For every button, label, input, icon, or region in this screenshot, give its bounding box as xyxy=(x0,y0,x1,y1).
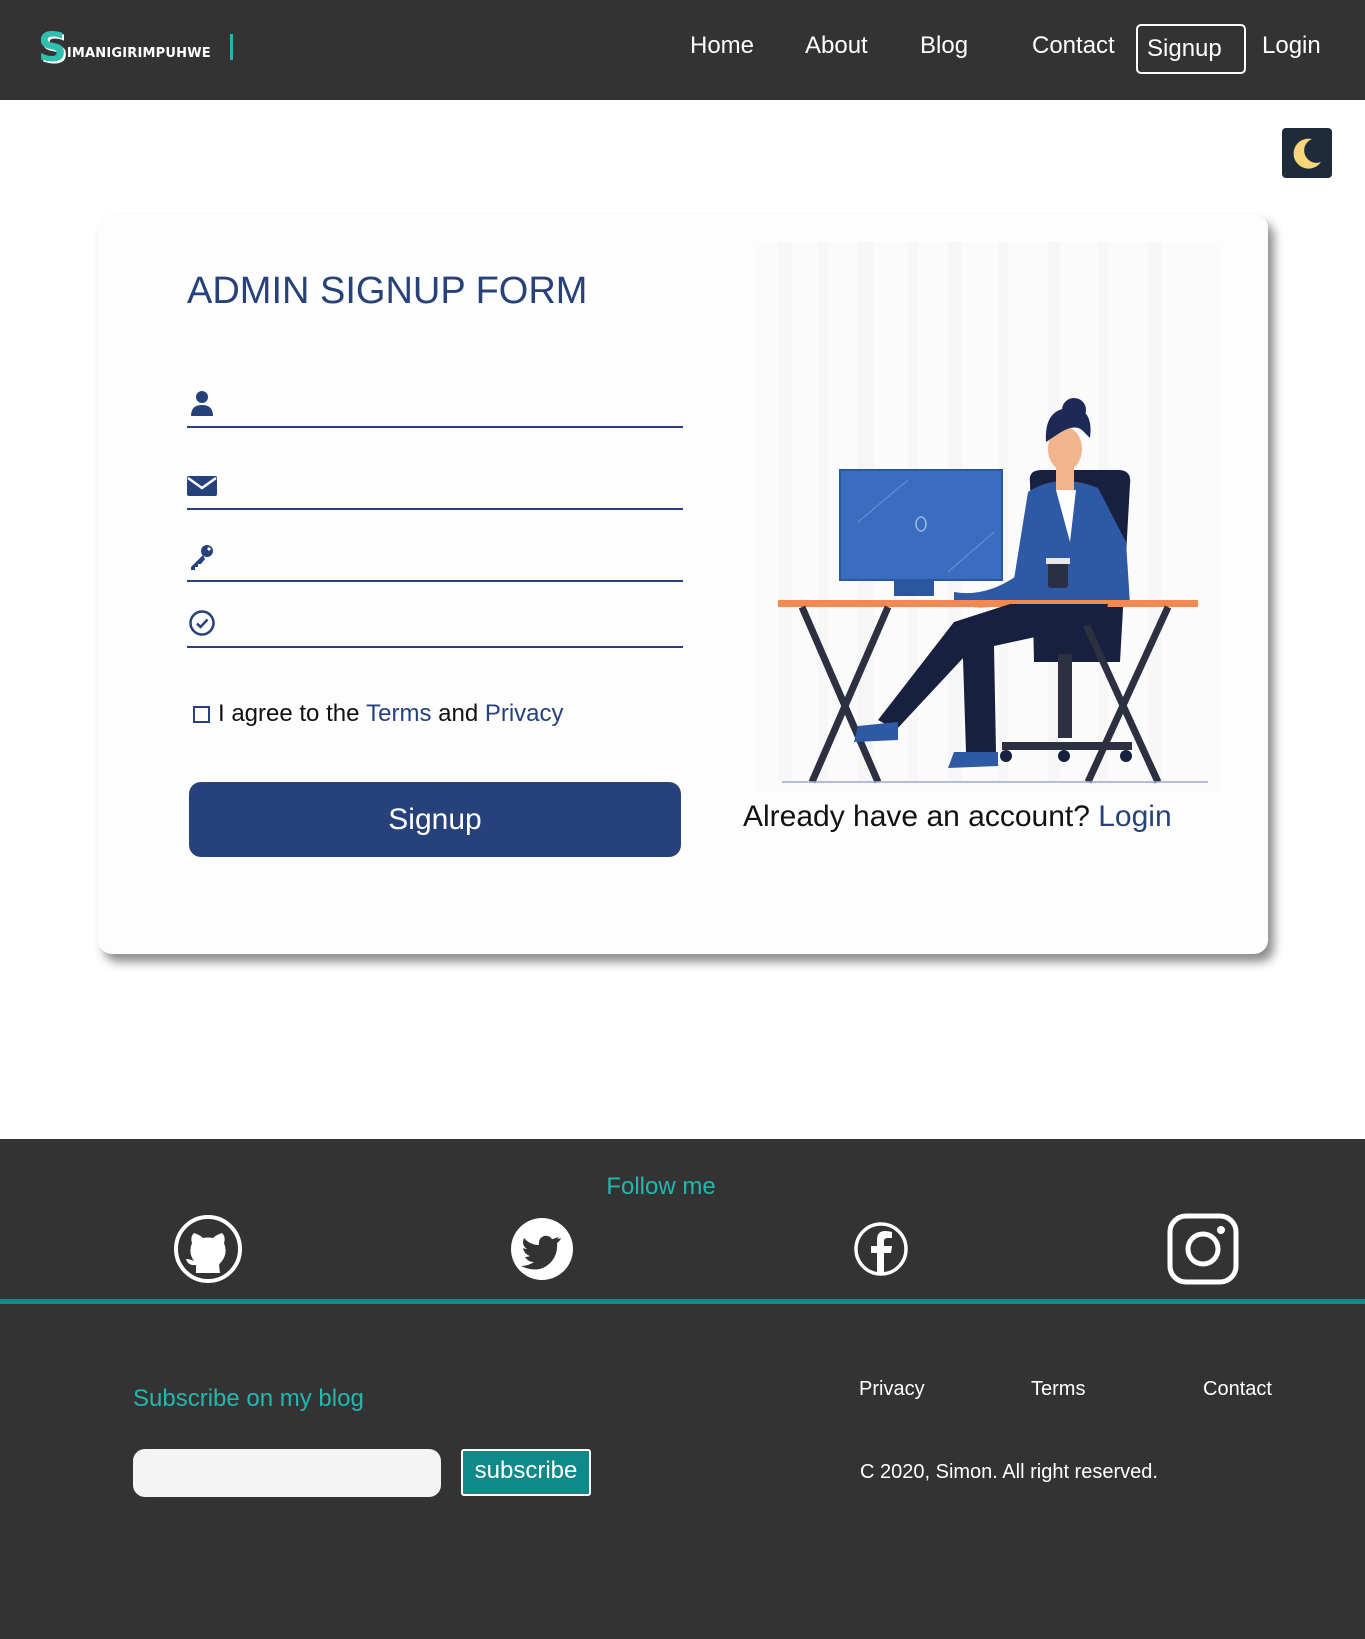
signup-submit-button[interactable]: Signup xyxy=(189,782,681,857)
office-worker-illustration xyxy=(758,242,1218,792)
agree-and: and xyxy=(438,700,479,727)
user-icon xyxy=(191,391,213,416)
site-logo[interactable]: S IMANIGIRIMPUHWE xyxy=(38,28,211,68)
signup-card: ADMIN SIGNUP FORM I agree to the Terms a… xyxy=(98,214,1268,954)
username-field xyxy=(187,372,683,428)
confirm-password-input[interactable] xyxy=(227,610,683,642)
key-icon xyxy=(191,545,213,570)
email-input[interactable] xyxy=(227,472,683,504)
confirm-password-field xyxy=(187,592,683,648)
login-link[interactable]: Login xyxy=(1098,800,1171,833)
moon-icon xyxy=(1293,138,1321,169)
terms-link[interactable]: Terms xyxy=(366,700,431,728)
subscribe-title: Subscribe on my blog xyxy=(133,1385,364,1412)
logo-divider xyxy=(230,34,233,60)
site-footer: Follow me Subscribe on my blog subscribe… xyxy=(0,1139,1365,1639)
subscribe-button[interactable]: subscribe xyxy=(461,1449,591,1496)
password-field xyxy=(187,528,683,582)
twitter-icon[interactable] xyxy=(506,1213,578,1285)
nav-login-link[interactable]: Login xyxy=(1262,32,1321,60)
email-field xyxy=(187,454,683,510)
footer-contact-link[interactable]: Contact xyxy=(1203,1378,1272,1401)
github-icon[interactable] xyxy=(172,1213,244,1285)
nav-home-link[interactable]: Home xyxy=(690,32,754,60)
logo-text: IMANIGIRIMPUHWE xyxy=(66,45,211,61)
nav-blog-link[interactable]: Blog xyxy=(920,32,968,60)
copyright-text: C 2020, Simon. All right reserved. xyxy=(860,1461,1158,1483)
privacy-link[interactable]: Privacy xyxy=(485,700,564,728)
envelope-icon xyxy=(187,476,217,496)
theme-toggle-button[interactable] xyxy=(1282,128,1332,178)
already-account-row: Already have an account? Login xyxy=(743,800,1172,834)
top-navbar: S IMANIGIRIMPUHWE Home About Blog Contac… xyxy=(0,0,1365,100)
form-title: ADMIN SIGNUP FORM xyxy=(187,270,588,312)
facebook-icon[interactable] xyxy=(845,1213,917,1285)
check-circle-icon xyxy=(189,610,215,636)
footer-divider xyxy=(0,1299,1365,1304)
nav-contact-link[interactable]: Contact xyxy=(1032,32,1115,60)
footer-privacy-link[interactable]: Privacy xyxy=(859,1378,925,1401)
agree-prefix: I agree to the xyxy=(218,700,360,727)
footer-terms-link[interactable]: Terms xyxy=(1031,1378,1085,1401)
agree-row: I agree to the Terms and Privacy xyxy=(193,700,564,728)
follow-title: Follow me xyxy=(606,1173,716,1200)
subscribe-email-input[interactable] xyxy=(133,1449,441,1497)
nav-signup-button[interactable]: Signup xyxy=(1136,24,1246,74)
agree-checkbox[interactable] xyxy=(193,705,210,723)
username-input[interactable] xyxy=(227,390,683,422)
instagram-icon[interactable] xyxy=(1167,1213,1239,1285)
password-input[interactable] xyxy=(227,544,683,576)
nav-about-link[interactable]: About xyxy=(805,32,868,60)
logo-initial: S xyxy=(38,25,67,71)
already-account-text: Already have an account? xyxy=(743,800,1090,833)
